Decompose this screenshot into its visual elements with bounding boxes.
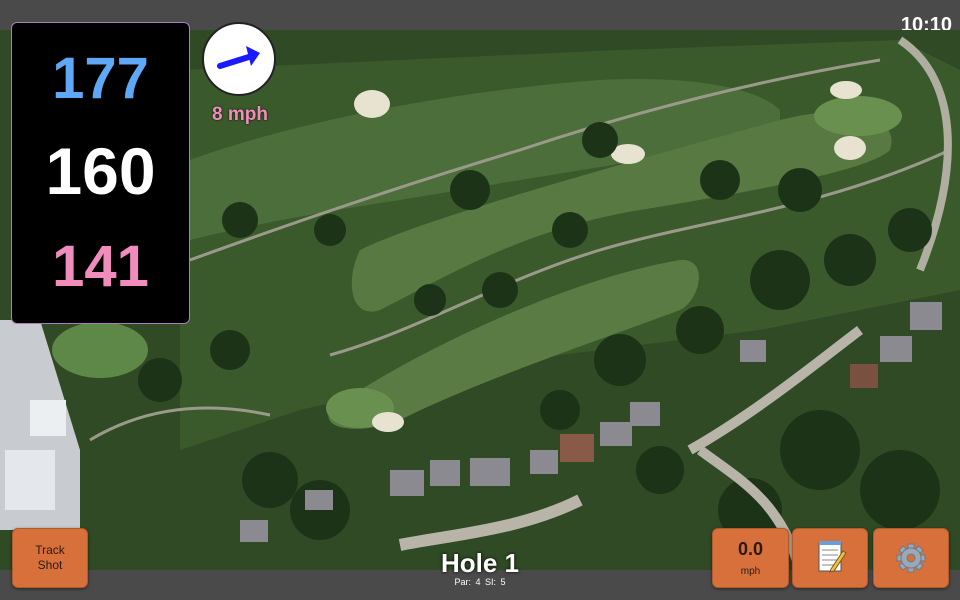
gear-icon — [896, 543, 926, 573]
wind-speed: 8 mph — [212, 104, 268, 125]
track-shot-button[interactable]: Track Shot — [12, 528, 88, 588]
back-distance: 177 — [52, 46, 149, 111]
speed-value: 0.0 — [737, 539, 764, 559]
hole-info: Par: 4 SI: 5 — [380, 577, 580, 587]
speed-unit: mph — [740, 566, 761, 577]
track-shot-label-line1: Track — [35, 543, 65, 557]
middle-distance: 160 — [45, 134, 156, 208]
front-distance: 141 — [52, 234, 149, 299]
wind-indicator — [202, 22, 276, 96]
hole-title: Hole 1 — [440, 548, 520, 578]
hole-si: SI: 5 — [485, 577, 506, 587]
settings-button[interactable] — [873, 528, 949, 588]
track-shot-label-line2: Shot — [37, 558, 63, 572]
distance-panel: 177 160 141 — [11, 22, 190, 324]
notepad-icon — [818, 541, 847, 573]
hole-par: Par: 4 — [454, 577, 481, 587]
arrow-right-icon — [217, 46, 260, 69]
notes-button[interactable] — [792, 528, 868, 588]
speed-button[interactable]: 0.0 mph — [712, 528, 789, 588]
